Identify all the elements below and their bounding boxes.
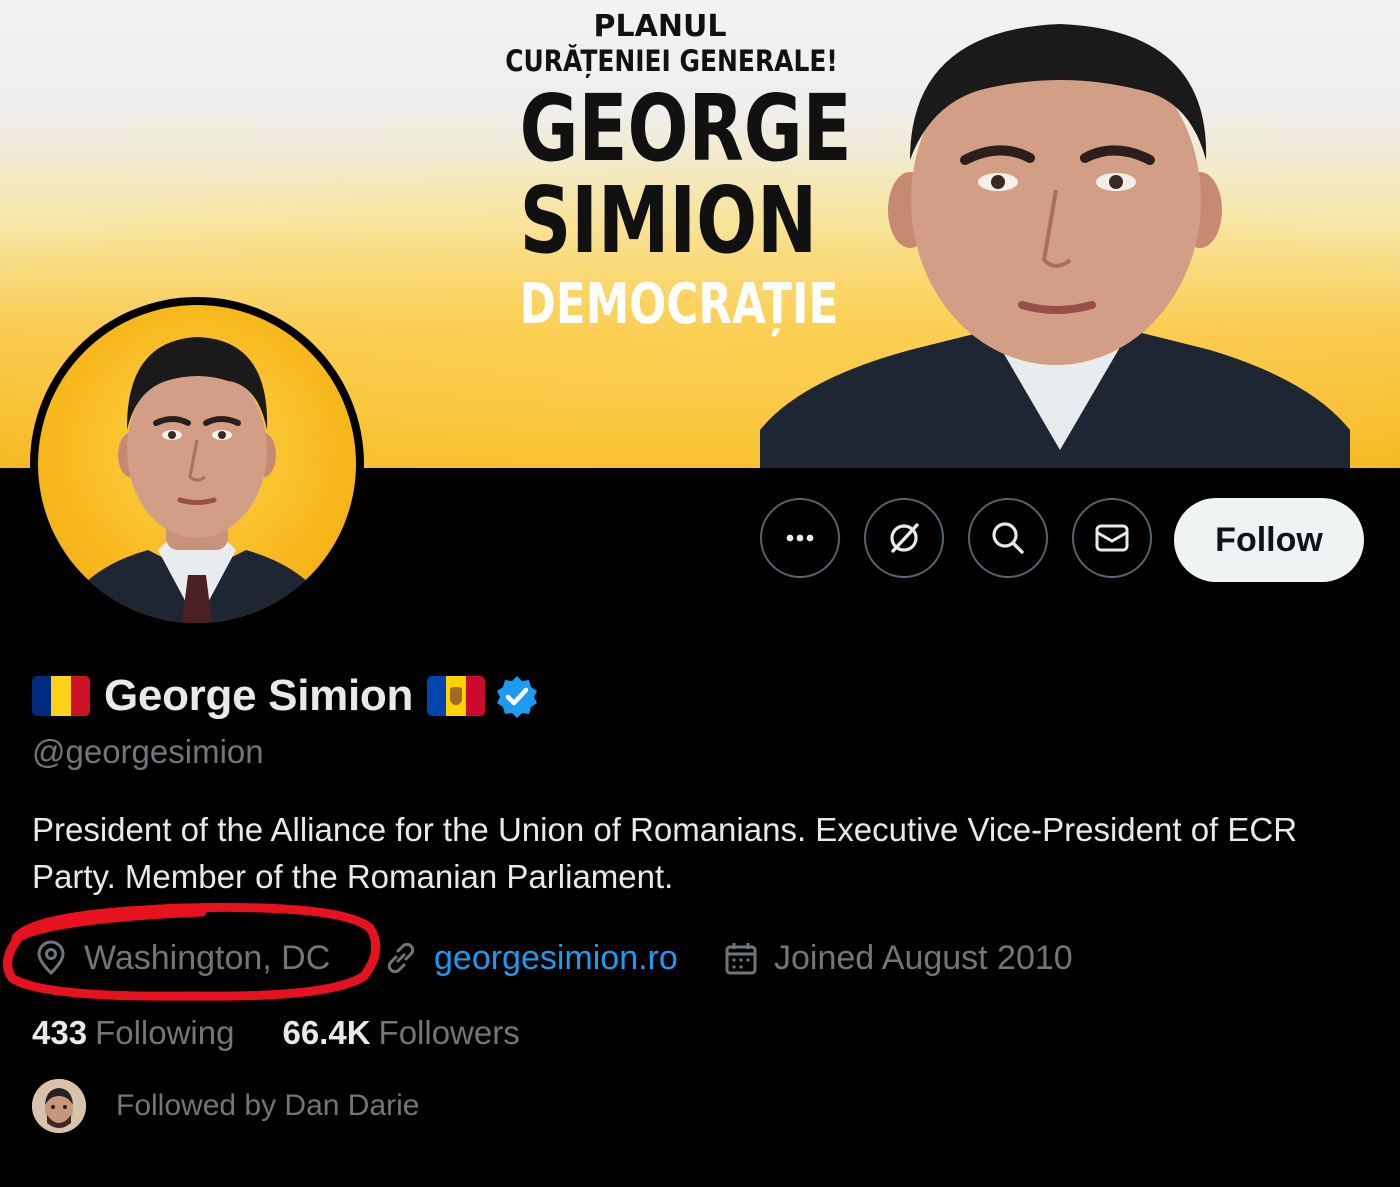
grok-button[interactable]	[864, 498, 944, 578]
message-icon	[1095, 524, 1129, 552]
followed-by-text: Followed by Dan Darie	[116, 1089, 420, 1122]
search-icon	[992, 522, 1024, 554]
more-icon	[786, 534, 814, 542]
message-button[interactable]	[1072, 498, 1152, 578]
location-item: Washington, DC	[32, 932, 330, 984]
romania-flag-icon	[32, 676, 90, 716]
profile-handle: @georgesimion	[32, 733, 264, 770]
banner-name-last: SIMION	[519, 167, 818, 274]
location-pin-icon	[37, 940, 65, 976]
profile-bio: President of the Alliance for the Union …	[32, 811, 1298, 895]
followed-by-row[interactable]: Followed by Dan Darie	[32, 1078, 419, 1134]
location-text: Washington, DC	[84, 938, 331, 977]
following-label: Following	[95, 1014, 235, 1051]
name-row: George Simion	[32, 668, 539, 724]
website-link[interactable]: georgesimion.ro	[434, 939, 678, 978]
profile-meta: Washington, DC georgesimion.ro Joined Au…	[32, 932, 1332, 984]
followers-stat[interactable]: 66.4K Followers	[282, 1014, 519, 1052]
following-count: 433	[32, 1014, 88, 1051]
joined-text: Joined August 2010	[774, 938, 1073, 977]
link-icon	[387, 942, 415, 974]
profile-stats: 433 Following 66.4K Followers	[32, 1010, 520, 1056]
more-button[interactable]	[760, 498, 840, 578]
moldova-flag-icon	[427, 676, 486, 716]
profile-avatar[interactable]	[30, 297, 364, 631]
followers-count: 66.4K	[282, 1014, 371, 1051]
banner-party: DEMOCRAȚIE	[519, 272, 839, 337]
display-name: George Simion	[104, 671, 414, 720]
verified-badge-icon[interactable]	[495, 674, 539, 718]
banner-portrait	[760, 10, 1350, 468]
follow-button[interactable]: Follow	[1174, 498, 1364, 582]
calendar-icon	[725, 943, 757, 975]
joined-item: Joined August 2010	[722, 932, 1073, 984]
follower-avatar	[32, 1079, 86, 1133]
banner-name-first: GEORGE	[519, 75, 852, 182]
grok-icon	[890, 523, 919, 553]
website-item: georgesimion.ro	[382, 932, 678, 984]
following-stat[interactable]: 433 Following	[32, 1014, 234, 1052]
search-button[interactable]	[968, 498, 1048, 578]
followers-label: Followers	[378, 1014, 520, 1051]
avatar-image	[38, 305, 356, 623]
